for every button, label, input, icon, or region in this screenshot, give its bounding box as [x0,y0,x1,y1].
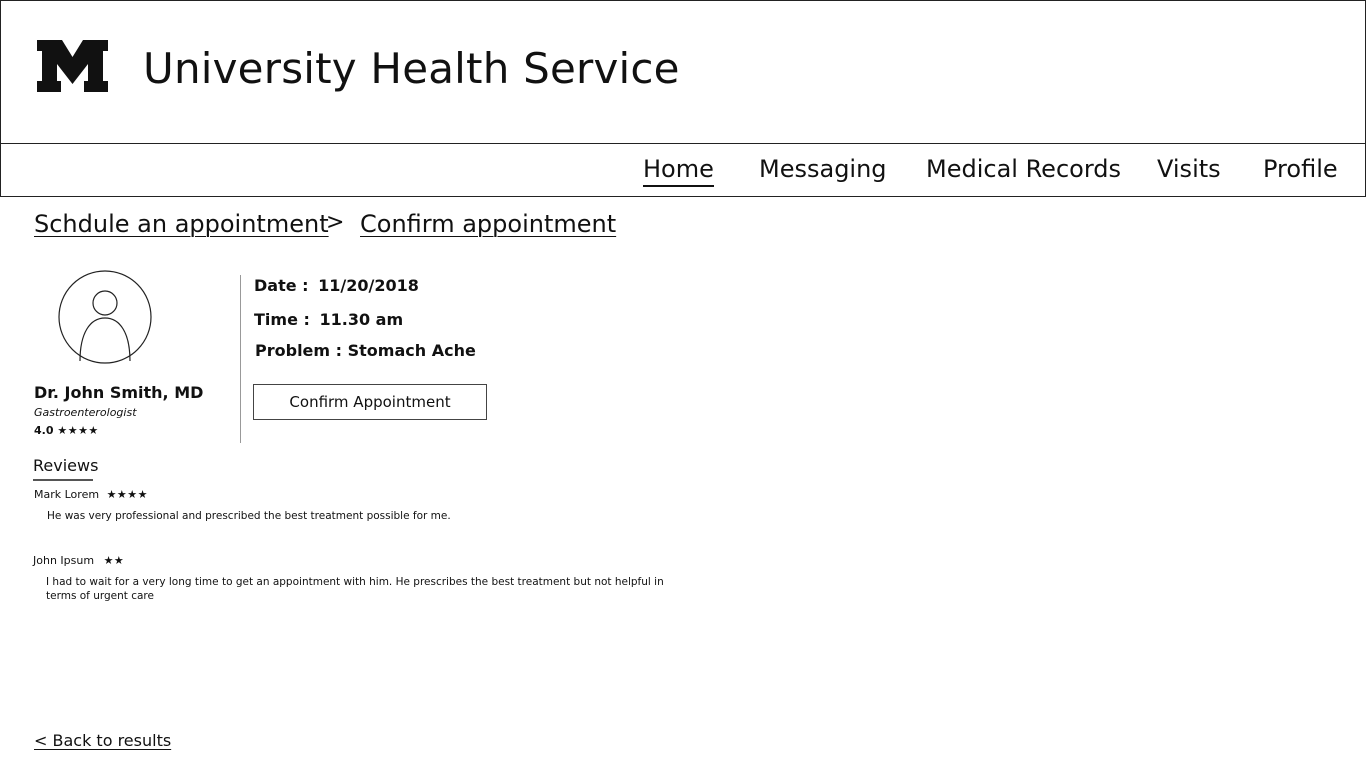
reviews-heading: Reviews [33,456,99,475]
breadcrumb-schedule-link[interactable]: Schdule an appointment [34,209,329,239]
site-header: University Health Service [0,0,1366,144]
review-author-name: Mark Lorem [34,488,100,501]
doctor-name: Dr. John Smith, MD [34,383,204,402]
problem-label: Problem : [255,341,343,360]
time-value: 11.30 am [319,310,404,329]
site-title: University Health Service [143,44,680,93]
doctor-rating-value: 4.0 [34,424,54,437]
nav-medical-records[interactable]: Medical Records [926,154,1121,184]
time-label: Time : [254,310,310,329]
review-author: John Ipsum ★★ [33,554,124,568]
nav-visits[interactable]: Visits [1157,154,1221,184]
nav-profile[interactable]: Profile [1263,154,1338,184]
review-stars-icon: ★★ [103,554,125,567]
doctor-rating: 4.0 ★★★★ [34,423,99,438]
university-m-logo [37,40,108,92]
appointment-problem: Problem : Stomach Ache [255,341,476,361]
doctor-specialty: Gastroenterologist [34,406,137,419]
review-text: He was very professional and prescribed … [47,510,451,522]
appointment-time: Time : 11.30 am [254,310,403,330]
problem-value: Stomach Ache [347,341,476,360]
reviews-underline [33,479,93,481]
doctor-rating-stars-icon: ★★★★ [57,424,99,437]
nav-messaging[interactable]: Messaging [759,154,887,184]
confirm-appointment-button[interactable]: Confirm Appointment [253,384,487,420]
nav-home[interactable]: Home [643,154,714,187]
date-label: Date : [254,276,309,295]
breadcrumb-separator: > [326,210,345,235]
vertical-divider [240,275,241,443]
date-value: 11/20/2018 [318,276,419,295]
breadcrumb-confirm-link[interactable]: Confirm appointment [360,209,616,239]
appointment-date: Date : 11/20/2018 [254,276,419,296]
main-nav: Home Messaging Medical Records Visits Pr… [0,143,1366,197]
back-to-results-link[interactable]: < Back to results [34,730,171,752]
review-author-name: John Ipsum [33,554,95,567]
review-stars-icon: ★★★★ [106,488,149,501]
review-author: Mark Lorem ★★★★ [34,488,148,502]
review-text: I had to wait for a very long time to ge… [46,576,664,602]
doctor-avatar-icon [58,270,152,364]
